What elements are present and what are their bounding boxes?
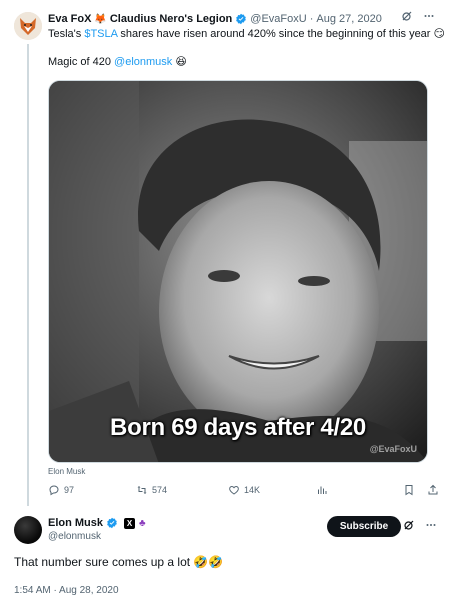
bookmark-icon [405,485,413,496]
text-prefix: Tesla's [48,28,85,40]
tweet-text-line2: Magic of 420 @elonmusk 😆 [48,55,187,69]
more-icon[interactable] [425,519,437,531]
author-name[interactable]: Eva FoX [48,13,91,25]
share-icon [428,484,438,495]
affiliate-icon: ♣ [139,517,146,529]
share-button[interactable] [427,484,439,496]
repost-button[interactable]: 574 [136,484,167,496]
repost-icon [137,486,147,494]
image-watermark: @EvaFoxU [369,444,417,454]
thread-line [27,44,29,506]
text-prefix: Magic of 420 [48,56,115,68]
mention-link[interactable]: @elonmusk [114,56,172,68]
author-name-suffix[interactable]: Claudius Nero's Legion [110,13,232,25]
header-actions [403,519,437,531]
like-count: 14K [244,485,261,495]
reply-count: 97 [64,485,75,495]
tweet-header: Elon Musk X ♣ [48,517,146,529]
more-icon[interactable] [423,10,435,22]
avatar[interactable] [14,12,42,40]
header-actions [401,10,435,22]
author-name[interactable]: Elon Musk [48,517,103,529]
handle[interactable]: @elonmusk [48,531,101,542]
subscribe-button[interactable]: Subscribe [327,516,401,537]
tweet-text: That number sure comes up a lot 🤣🤣 [14,555,224,569]
smirk-emoji: 😏 [433,28,445,40]
like-icon [229,485,239,495]
grok-icon[interactable] [401,10,413,22]
main-tweet[interactable]: Elon Musk X ♣ @elonmusk Subscribe That n… [0,508,449,598]
tweet-header: Eva FoX 🦊 Claudius Nero's Legion @EvaFox… [48,11,437,27]
fox-avatar-image [14,12,42,40]
parent-tweet[interactable]: Eva FoX 🦊 Claudius Nero's Legion @EvaFox… [0,0,449,508]
fox-emoji: 🦊 [94,13,107,25]
cashtag-link[interactable]: $TSLA [84,28,117,40]
tweet-timestamp[interactable]: 1:54 AM · Aug 28, 2020 [14,585,119,596]
separator: · [309,13,314,25]
tweet-date[interactable]: Aug 27, 2020 [316,13,381,25]
action-bar: 97 574 14K [48,484,440,500]
reply-icon [49,485,59,496]
verified-icon [107,517,117,529]
repost-count: 574 [152,485,168,495]
text-suffix: shares have risen around 420% since the … [117,28,431,40]
photo-image [49,81,427,462]
x-affiliate-badge[interactable]: X [124,517,136,529]
like-button[interactable]: 14K [228,484,260,496]
tweet-media[interactable]: Born 69 days after 4/20 @EvaFoxU [48,80,428,463]
media-tag[interactable]: Elon Musk [48,467,85,476]
grok-icon[interactable] [403,519,415,531]
image-caption: Born 69 days after 4/20 [110,414,366,441]
bookmark-button[interactable] [403,484,415,496]
reply-button[interactable]: 97 [48,484,74,496]
verified-icon [236,13,247,25]
tweet-text-line1: Tesla's $TSLA shares have risen around 4… [48,27,445,41]
views-button[interactable] [316,484,328,496]
avatar[interactable] [14,516,42,544]
handle[interactable]: @EvaFoxU [250,13,306,25]
views-icon [318,486,327,494]
laugh-emoji: 😆 [175,56,187,68]
